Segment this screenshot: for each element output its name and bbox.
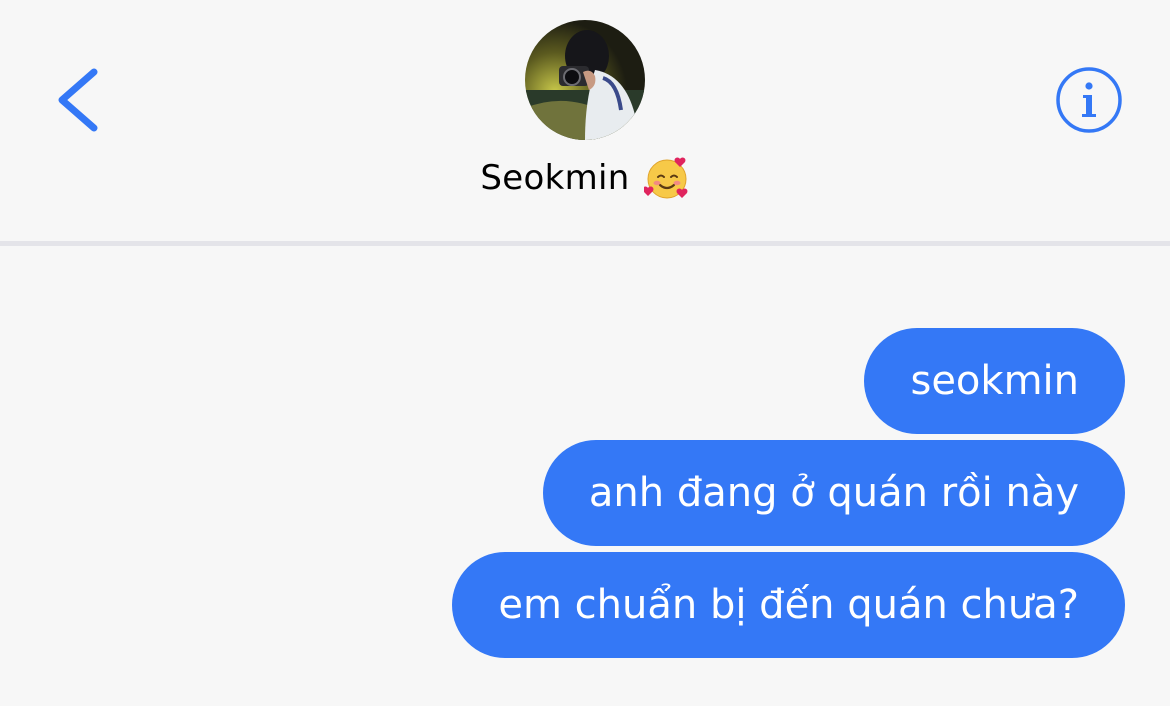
message-bubble-sent[interactable]: anh đang ở quán rồi này bbox=[542, 440, 1125, 546]
contact-name-row[interactable]: Seokmin bbox=[0, 150, 1170, 206]
chevron-left-icon bbox=[58, 68, 98, 132]
contact-name: Seokmin bbox=[480, 158, 630, 198]
info-button[interactable] bbox=[1054, 66, 1124, 136]
avatar[interactable] bbox=[525, 20, 645, 140]
message-text: seokmin bbox=[910, 358, 1079, 404]
message-text: em chuẩn bị đến quán chưa? bbox=[498, 582, 1079, 628]
back-button[interactable] bbox=[48, 60, 118, 140]
smiling-face-with-hearts-icon bbox=[643, 157, 688, 199]
header-divider bbox=[0, 241, 1170, 246]
message-bubble-sent[interactable]: seokmin bbox=[864, 328, 1125, 434]
conversation-header: Seokmin bbox=[0, 0, 1170, 241]
message-bubble-sent[interactable]: em chuẩn bị đến quán chưa? bbox=[452, 552, 1125, 658]
message-text: anh đang ở quán rồi này bbox=[588, 470, 1079, 516]
info-icon bbox=[1056, 67, 1122, 133]
contact-photo bbox=[525, 20, 645, 140]
